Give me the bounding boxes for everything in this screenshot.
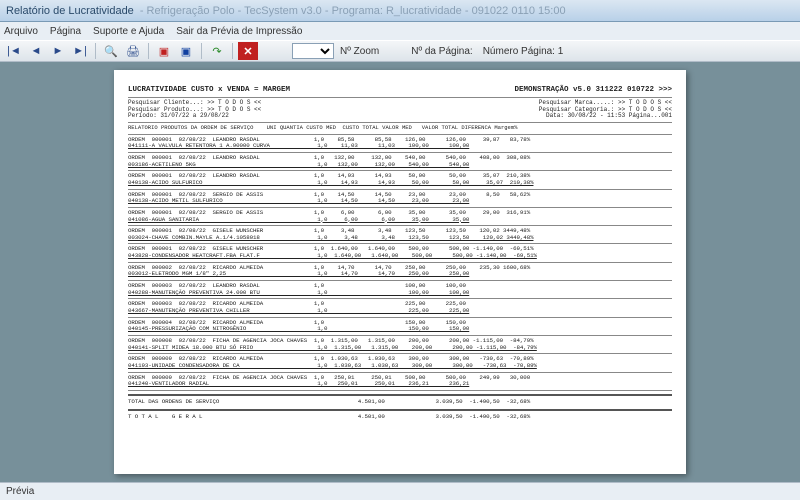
item-row: 043828-CONDENSADOR HEATCRAFT.FBA FLAT.F … [128, 253, 672, 260]
zoom-label: Nº Zoom [340, 46, 379, 57]
report-body: ORDEM 000001 02/08/22 LEANDRO RASDAL 1,0… [128, 137, 672, 421]
search-button[interactable]: 🔍 [101, 42, 121, 60]
item-row: 043667-MANUTENÇÃO PREVENTIVA CHILLER 1,0… [128, 308, 672, 315]
zoom-fit-button[interactable]: ▣ [176, 42, 196, 60]
item-row: 003012-ELETRODO MGM 1/8" 2,25 1,0 14,70 … [128, 271, 672, 278]
filter-periodo: Período: 31/07/22 a 29/08/22 [128, 113, 229, 120]
close-button[interactable]: ✕ [238, 42, 258, 60]
window-title: Relatório de Lucratividade [6, 5, 134, 17]
page-value: Número Página: 1 [483, 46, 564, 57]
toolbar-separator [201, 43, 202, 59]
zoom-select[interactable] [292, 43, 334, 59]
total-row: T O T A L G E R A L 4.501,00 3.039,50 -1… [128, 414, 672, 421]
menu-pagina[interactable]: Página [50, 26, 81, 37]
title-bar: Relatório de Lucratividade - Refrigeraçã… [0, 0, 800, 22]
item-row: 041086-AGUA SANITARIA 1,0 6,00 6,00 35,0… [128, 217, 672, 224]
menu-suporte[interactable]: Suporte e Ajuda [93, 26, 164, 37]
toolbar-separator [148, 43, 149, 59]
menu-arquivo[interactable]: Arquivo [4, 26, 38, 37]
toolbar: |◄ ◄ ► ►| 🔍 🖨 ▣ ▣ ↷ ✕ Nº Zoom Nº da Pági… [0, 40, 800, 62]
first-page-button[interactable]: |◄ [4, 42, 24, 60]
report-title-left: LUCRATIVIDADE CUSTO x VENDA = MARGEM [128, 86, 290, 95]
status-left: Prévia [6, 486, 34, 497]
item-row: 003024-CHAVE COMBIN.MAYLE A.1/4.1058018 … [128, 235, 672, 242]
page-label: Nº da Página: [411, 46, 472, 57]
preview-viewport[interactable]: LUCRATIVIDADE CUSTO x VENDA = MARGEM DEM… [0, 62, 800, 482]
report-page: LUCRATIVIDADE CUSTO x VENDA = MARGEM DEM… [114, 70, 686, 474]
item-row: 040138-ACIDO METIL SULFURICO 1,0 14,50 1… [128, 198, 672, 205]
total-row: TOTAL DAS ORDENS DE SERVIÇO 4.501,00 3.0… [128, 399, 672, 406]
report-date-page: Data: 30/08/22 - 11:53 Página...001 [546, 113, 672, 120]
menu-sair[interactable]: Sair da Prévia de Impressão [176, 26, 302, 37]
toolbar-separator [95, 43, 96, 59]
report-title-right: DEMONSTRAÇÃO v5.0 311222 010722 >>> [514, 86, 672, 95]
item-row: 003186-ACETILENO 5KG 1,0 132,00 132,00 5… [128, 162, 672, 169]
export-button[interactable]: ↷ [207, 42, 227, 60]
zoom-out-button[interactable]: ▣ [154, 42, 174, 60]
item-row: 041240-VENTILADOR RADIAL 1,0 250,01 250,… [128, 381, 672, 388]
next-page-button[interactable]: ► [48, 42, 68, 60]
item-row: 041193-UNIDADE CONDENSADORA DE CA 1,0 1.… [128, 363, 672, 370]
column-headers: RELATORIO PRODUTOS DA ORDEM DE SERVIÇO U… [128, 125, 672, 131]
item-row: 040288-MANUTENÇÃO PREVENTIVA 24.000 BTU … [128, 290, 672, 297]
last-page-button[interactable]: ►| [70, 42, 90, 60]
item-row: 040145-PRESSURIZAÇÃO COM NITROGÊNIO 1,0 … [128, 326, 672, 333]
toolbar-separator [232, 43, 233, 59]
menu-bar: Arquivo Página Suporte e Ajuda Sair da P… [0, 22, 800, 40]
print-button[interactable]: 🖨 [123, 42, 143, 60]
item-row: 040141-SPLIT MIDEA 18.000 BTU SÓ FRIO 1,… [128, 345, 672, 352]
item-row: 040138-ACIDO SULFURICO 1,0 14,93 14,93 5… [128, 180, 672, 187]
status-bar: Prévia [0, 482, 800, 500]
item-row: 041111-A VALVULA RETENTORA 1 A.90000 CUR… [128, 143, 672, 150]
prev-page-button[interactable]: ◄ [26, 42, 46, 60]
window-subtitle: - Refrigeração Polo - TecSystem v3.0 - P… [140, 5, 566, 17]
